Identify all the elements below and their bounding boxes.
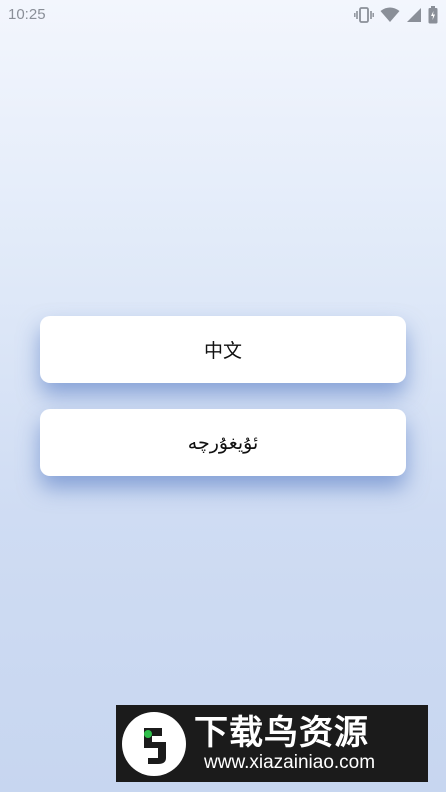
chinese-language-button[interactable]: 中文: [40, 316, 406, 383]
bird-logo-icon: [122, 711, 186, 776]
chinese-language-label: 中文: [203, 340, 242, 362]
watermark-url: www.xiazainiao.com: [204, 751, 376, 773]
watermark-title: 下载鸟资源: [194, 712, 369, 753]
status-bar: 10:25: [0, 0, 446, 30]
vibrate-icon: [354, 7, 374, 23]
watermark-banner: 下载鸟资源 www.xiazainiao.com: [116, 705, 428, 782]
battery-icon: [428, 6, 438, 24]
uyghur-language-button[interactable]: ئۇيغۇرچە: [40, 409, 406, 476]
watermark-text: 下载鸟资源 www.xiazainiao.com: [194, 714, 375, 774]
status-time: 10:25: [8, 6, 46, 23]
signal-icon: [406, 7, 422, 23]
status-icons: [354, 6, 438, 24]
wifi-icon: [380, 7, 400, 23]
uyghur-language-label: ئۇيغۇرچە: [187, 431, 259, 454]
